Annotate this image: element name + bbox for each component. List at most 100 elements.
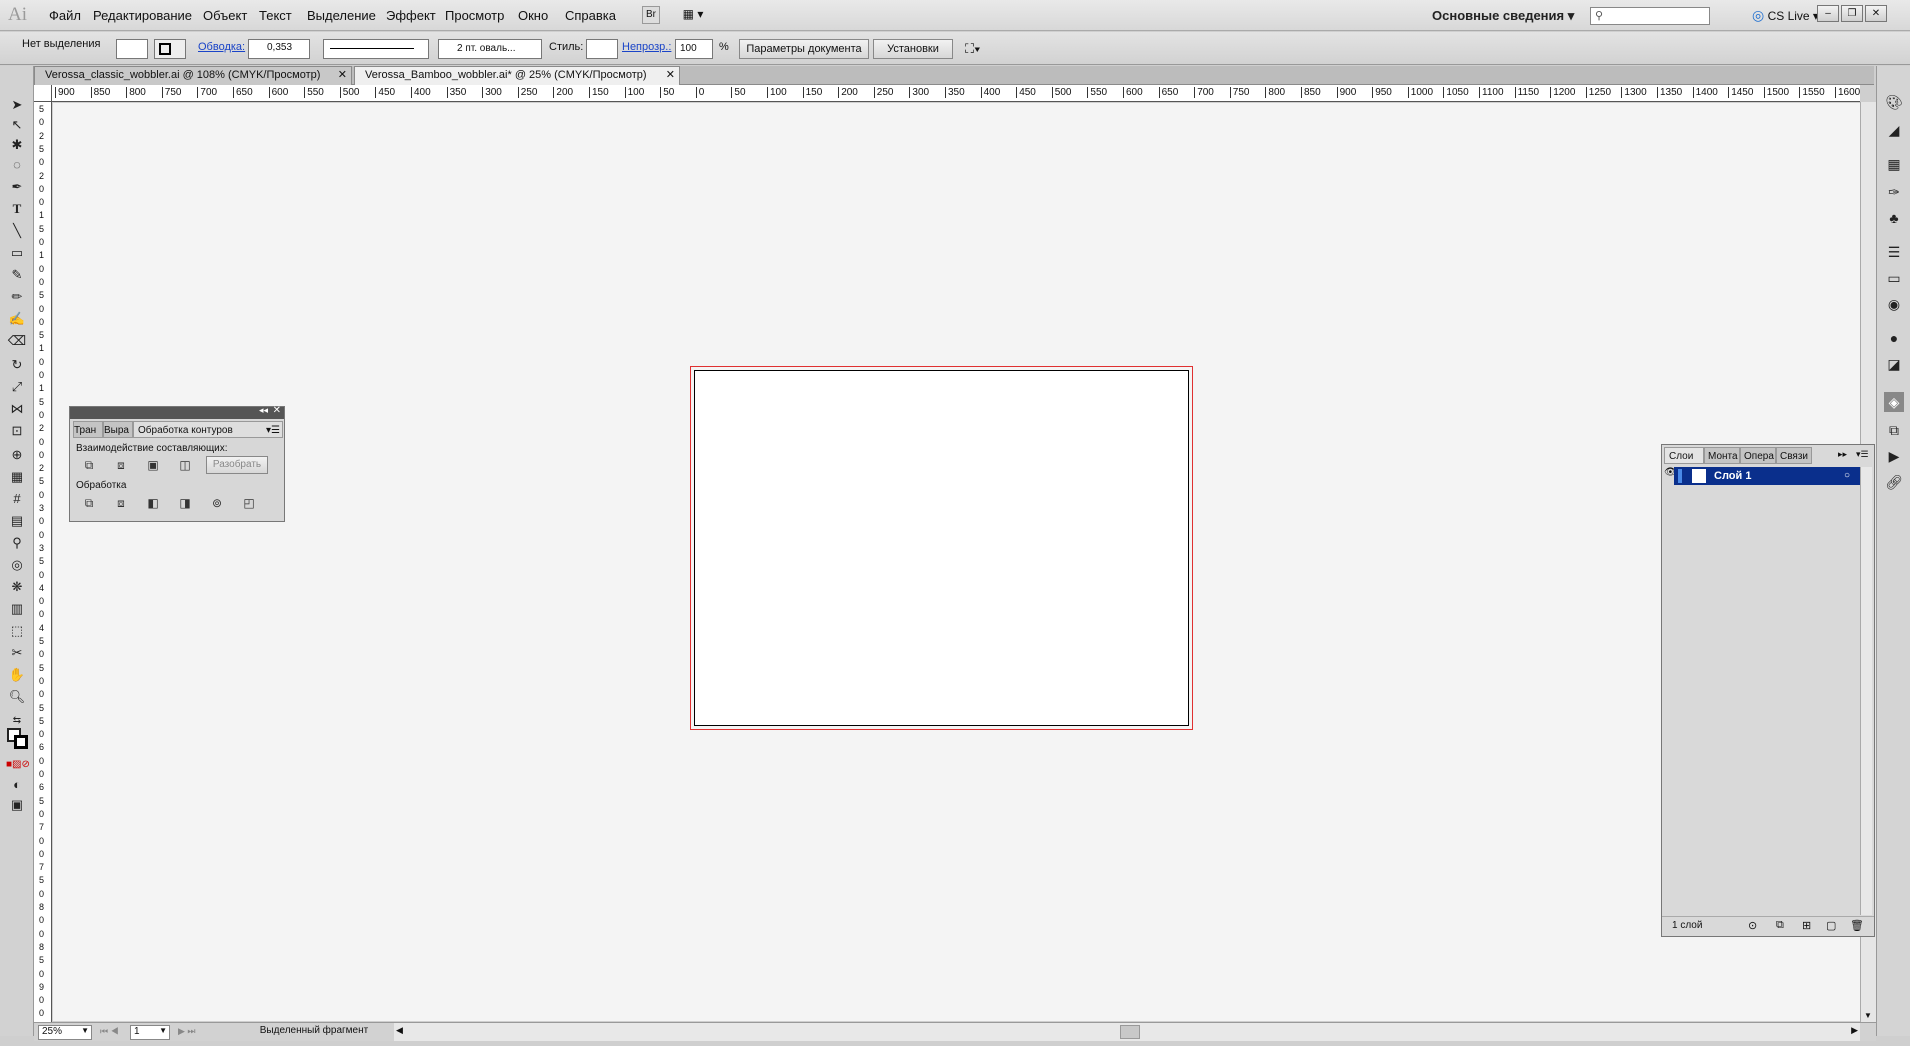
- free-transform-icon[interactable]: ⊡: [6, 422, 28, 440]
- tab-artboards[interactable]: Монта: [1704, 447, 1740, 464]
- artboard-number-input[interactable]: 1 ▼: [130, 1025, 170, 1040]
- cs-live-button[interactable]: ◎ CS Live ▾: [1752, 7, 1819, 24]
- menu-help[interactable]: Справка: [565, 8, 616, 23]
- blob-brush-icon[interactable]: ✍: [6, 310, 28, 328]
- layers-scrollbar[interactable]: [1860, 467, 1872, 915]
- brush-select[interactable]: 2 пт. оваль...: [438, 39, 542, 59]
- scale-tool-icon[interactable]: ⤢: [6, 378, 28, 396]
- clipping-mask-icon[interactable]: ⧉: [1776, 919, 1784, 932]
- vertical-ruler[interactable]: 5025020015010050051001502002503003504004…: [34, 102, 52, 1022]
- crop-icon[interactable]: ◨: [176, 495, 194, 511]
- panel-menu-icon[interactable]: ▾☰: [1856, 449, 1869, 460]
- maximize-button[interactable]: ❐: [1841, 5, 1863, 22]
- exclude-icon[interactable]: ◫: [176, 457, 194, 473]
- bridge-button[interactable]: Br: [642, 6, 660, 24]
- tab-links[interactable]: Связи: [1776, 447, 1812, 464]
- zoom-tool-icon[interactable]: 🔍︎: [6, 688, 28, 706]
- tab-pathfinder[interactable]: Обработка контуров ▾☰: [133, 421, 283, 438]
- line-tool-icon[interactable]: ╲: [6, 222, 28, 240]
- opacity-input[interactable]: 100: [675, 39, 713, 59]
- menu-edit[interactable]: Редактирование: [93, 8, 192, 23]
- menu-window[interactable]: Окно: [518, 8, 548, 23]
- menu-object[interactable]: Объект: [203, 8, 247, 23]
- status-info[interactable]: Выделенный фрагмент▶: [210, 1025, 418, 1040]
- collapse-icon[interactable]: ◂◂: [259, 405, 268, 416]
- rotate-tool-icon[interactable]: ↻: [6, 356, 28, 374]
- appearance-icon[interactable]: ●: [1884, 328, 1904, 348]
- ruler-origin[interactable]: [34, 85, 52, 102]
- zoom-select[interactable]: 25% ▼: [38, 1025, 92, 1040]
- new-layer-icon[interactable]: ▢: [1826, 919, 1836, 932]
- menu-effect[interactable]: Эффект: [386, 8, 436, 23]
- minus-front-icon[interactable]: ⧈: [112, 457, 130, 473]
- stroke-weight-input[interactable]: 0,353: [248, 39, 310, 59]
- color-guide-icon[interactable]: ◢: [1884, 120, 1904, 140]
- minus-back-icon[interactable]: ◰: [240, 495, 258, 511]
- tab-align[interactable]: Выра: [103, 421, 133, 438]
- eraser-icon[interactable]: ⌫: [6, 332, 28, 350]
- panel-header[interactable]: ◂◂ ✕: [70, 405, 284, 419]
- type-tool-icon[interactable]: T: [6, 200, 28, 218]
- minimize-button[interactable]: –: [1817, 5, 1839, 22]
- blend-tool-icon[interactable]: ◎: [6, 556, 28, 574]
- visibility-icon[interactable]: 👁︎: [1664, 467, 1677, 485]
- close-tab-icon[interactable]: ✕: [338, 67, 347, 84]
- pencil-icon[interactable]: ✏: [6, 288, 28, 306]
- preferences-button[interactable]: Установки: [873, 39, 953, 59]
- close-window-button[interactable]: ✕: [1865, 5, 1887, 22]
- arrange-documents-button[interactable]: ▦ ▾: [676, 6, 710, 24]
- opacity-link[interactable]: Непрозр.:: [622, 41, 671, 53]
- pen-tool-icon[interactable]: ✒: [6, 178, 28, 196]
- new-sublayer-icon[interactable]: ⊞: [1802, 919, 1811, 932]
- paintbrush-icon[interactable]: ✎: [6, 266, 28, 284]
- expand-button[interactable]: Разобрать: [206, 456, 268, 474]
- horizontal-scrollbar[interactable]: ◀ ▶: [394, 1022, 1860, 1041]
- mesh-tool-icon[interactable]: #: [6, 490, 28, 508]
- draw-mode-icon[interactable]: ◐: [6, 776, 28, 794]
- target-icon[interactable]: ○: [1844, 467, 1850, 485]
- locate-object-icon[interactable]: ⊙: [1748, 919, 1757, 932]
- horizontal-ruler[interactable]: 900 850 800 750 700 650 600 550 500 450 400 350 300 2…: [52, 85, 1860, 102]
- rectangle-tool-icon[interactable]: ▭: [6, 244, 28, 262]
- graphic-styles-icon[interactable]: ◪: [1884, 354, 1904, 374]
- close-panel-icon[interactable]: ✕: [273, 405, 281, 416]
- magic-wand-icon[interactable]: ✱: [6, 136, 28, 154]
- layer-row[interactable]: Слой 1 ○: [1674, 467, 1860, 485]
- screen-mode-icon[interactable]: ▣: [6, 796, 28, 814]
- help-search-input[interactable]: ⚲: [1590, 7, 1710, 25]
- perspective-grid-icon[interactable]: ▦: [6, 468, 28, 486]
- merge-icon[interactable]: ◧: [144, 495, 162, 511]
- scroll-left-icon[interactable]: ◀: [396, 1025, 403, 1036]
- graph-tool-icon[interactable]: ▥: [6, 600, 28, 618]
- shape-builder-icon[interactable]: ⊕: [6, 446, 28, 464]
- tab-layers[interactable]: Слои: [1664, 447, 1704, 464]
- close-tab-icon[interactable]: ✕: [666, 67, 675, 84]
- layers-panel-icon[interactable]: ◈: [1884, 392, 1904, 412]
- tab-bamboo-wobbler[interactable]: Verossa_Bamboo_wobbler.ai* @ 25% (CMYK/П…: [354, 66, 680, 85]
- gradient-panel-icon[interactable]: ▭: [1884, 268, 1904, 288]
- panel-menu-icon[interactable]: ▾☰: [266, 422, 280, 437]
- stroke-color-icon[interactable]: [14, 735, 28, 749]
- document-setup-button[interactable]: Параметры документа: [739, 39, 869, 59]
- last-artboard-icon[interactable]: ▶ ⏭: [178, 1026, 196, 1037]
- stroke-profile-select[interactable]: [323, 39, 429, 59]
- graphic-style-select[interactable]: [586, 39, 618, 59]
- direct-selection-tool-icon[interactable]: ↖: [6, 116, 28, 134]
- artboard[interactable]: [694, 370, 1189, 726]
- stroke-swatch[interactable]: [154, 39, 186, 59]
- hand-tool-icon[interactable]: ✋: [6, 666, 28, 684]
- expand-panel-icon[interactable]: ▸▸: [1838, 449, 1847, 460]
- color-mode-icon[interactable]: ■▨⊘: [6, 756, 30, 774]
- actions-panel-icon[interactable]: ▶: [1884, 446, 1904, 466]
- delete-layer-icon[interactable]: 🗑︎: [1850, 919, 1864, 932]
- tab-transform[interactable]: Тран: [73, 421, 103, 438]
- color-panel-icon[interactable]: 🎨︎: [1884, 92, 1904, 112]
- workspace-switcher[interactable]: Основные сведения ▾: [1432, 8, 1574, 24]
- stroke-link[interactable]: Обводка:: [198, 41, 245, 53]
- artboard-tool-icon[interactable]: ⬚: [6, 622, 28, 640]
- divide-icon[interactable]: ⧉: [80, 495, 98, 511]
- menu-text[interactable]: Текст: [259, 8, 292, 23]
- slice-tool-icon[interactable]: ✂: [6, 644, 28, 662]
- tab-classic-wobbler[interactable]: Verossa_classic_wobbler.ai @ 108% (CMYK/…: [34, 66, 352, 85]
- width-tool-icon[interactable]: ⋈: [6, 400, 28, 418]
